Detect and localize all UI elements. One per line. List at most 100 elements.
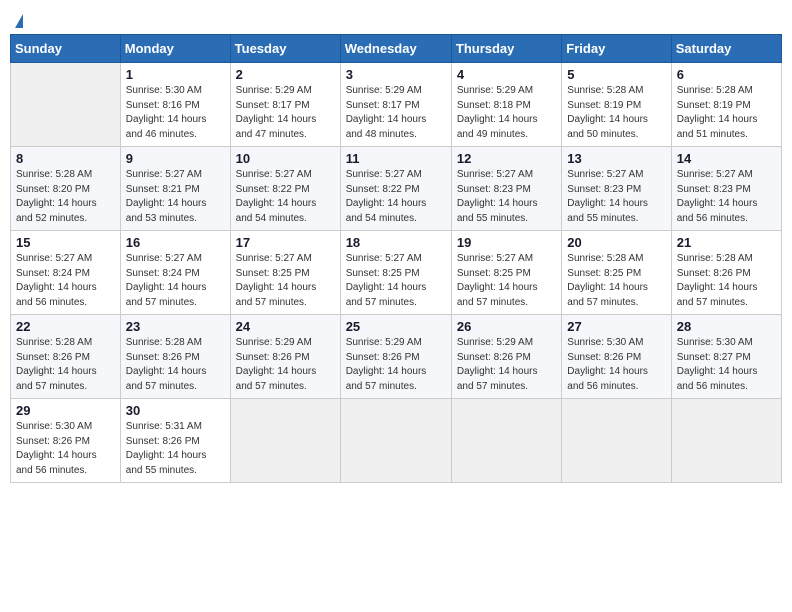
day-number: 17 [236, 235, 335, 250]
day-info: Sunrise: 5:28 AM Sunset: 8:25 PM Dayligh… [567, 252, 665, 310]
day-number: 30 [126, 403, 225, 418]
day-info: Sunrise: 5:30 AM Sunset: 8:26 PM Dayligh… [567, 336, 665, 394]
day-number: 5 [567, 67, 665, 82]
day-number: 16 [126, 235, 225, 250]
calendar-cell: 26 Sunrise: 5:29 AM Sunset: 8:26 PM Dayli… [451, 315, 561, 399]
calendar-cell: 3Sunrise: 5:29 AM Sunset: 8:17 PM Daylig… [340, 63, 451, 147]
day-info: Sunrise: 5:30 AM Sunset: 8:26 PM Dayligh… [16, 420, 115, 478]
day-number: 6 [677, 67, 776, 82]
calendar-cell: 13 Sunrise: 5:27 AM Sunset: 8:23 PM Dayli… [562, 147, 671, 231]
calendar-cell: 8 Sunrise: 5:28 AM Sunset: 8:20 PM Daylig… [11, 147, 121, 231]
calendar-cell: 29 Sunrise: 5:30 AM Sunset: 8:26 PM Dayli… [11, 399, 121, 483]
day-info: Sunrise: 5:30 AM Sunset: 8:27 PM Dayligh… [677, 336, 776, 394]
calendar-week-row: 8 Sunrise: 5:28 AM Sunset: 8:20 PM Daylig… [11, 147, 782, 231]
day-info: Sunrise: 5:27 AM Sunset: 8:25 PM Dayligh… [236, 252, 335, 310]
calendar-cell: 22 Sunrise: 5:28 AM Sunset: 8:26 PM Dayli… [11, 315, 121, 399]
day-info: Sunrise: 5:28 AM Sunset: 8:26 PM Dayligh… [126, 336, 225, 394]
calendar-cell: 4 Sunrise: 5:29 AM Sunset: 8:18 PM Daylig… [451, 63, 561, 147]
calendar-cell: 19 Sunrise: 5:27 AM Sunset: 8:25 PM Dayli… [451, 231, 561, 315]
day-info: Sunrise: 5:27 AM Sunset: 8:24 PM Dayligh… [16, 252, 115, 310]
day-number: 29 [16, 403, 115, 418]
day-info: Sunrise: 5:27 AM Sunset: 8:21 PM Dayligh… [126, 168, 225, 226]
calendar-week-row: 29 Sunrise: 5:30 AM Sunset: 8:26 PM Dayli… [11, 399, 782, 483]
calendar-cell: 6 Sunrise: 5:28 AM Sunset: 8:19 PM Daylig… [671, 63, 781, 147]
day-number: 23 [126, 319, 225, 334]
day-number: 21 [677, 235, 776, 250]
day-number: 19 [457, 235, 556, 250]
day-number: 14 [677, 151, 776, 166]
calendar-cell: 10 Sunrise: 5:27 AM Sunset: 8:22 PM Dayli… [230, 147, 340, 231]
day-info: Sunrise: 5:27 AM Sunset: 8:23 PM Dayligh… [567, 168, 665, 226]
day-info: Sunrise: 5:29 AM Sunset: 8:18 PM Dayligh… [457, 84, 556, 142]
day-info: Sunrise: 5:28 AM Sunset: 8:20 PM Dayligh… [16, 168, 115, 226]
logo-triangle-icon [15, 14, 23, 28]
calendar-cell: 9 Sunrise: 5:27 AM Sunset: 8:21 PM Daylig… [120, 147, 230, 231]
day-number: 22 [16, 319, 115, 334]
day-number: 12 [457, 151, 556, 166]
calendar-cell: 24Sunrise: 5:29 AM Sunset: 8:26 PM Dayli… [230, 315, 340, 399]
day-info: Sunrise: 5:29 AM Sunset: 8:17 PM Dayligh… [346, 84, 446, 142]
header [10, 10, 782, 28]
calendar-cell [671, 399, 781, 483]
day-info: Sunrise: 5:27 AM Sunset: 8:22 PM Dayligh… [236, 168, 335, 226]
calendar-cell [562, 399, 671, 483]
day-number: 27 [567, 319, 665, 334]
day-number: 1 [126, 67, 225, 82]
day-number: 11 [346, 151, 446, 166]
calendar-cell: 12Sunrise: 5:27 AM Sunset: 8:23 PM Dayli… [451, 147, 561, 231]
calendar-cell: 30Sunrise: 5:31 AM Sunset: 8:26 PM Dayli… [120, 399, 230, 483]
day-number: 24 [236, 319, 335, 334]
day-number: 2 [236, 67, 335, 82]
day-info: Sunrise: 5:27 AM Sunset: 8:25 PM Dayligh… [457, 252, 556, 310]
col-header-wednesday: Wednesday [340, 35, 451, 63]
calendar-cell: 23 Sunrise: 5:28 AM Sunset: 8:26 PM Dayli… [120, 315, 230, 399]
calendar-week-row: 15 Sunrise: 5:27 AM Sunset: 8:24 PM Dayli… [11, 231, 782, 315]
day-info: Sunrise: 5:29 AM Sunset: 8:26 PM Dayligh… [346, 336, 446, 394]
calendar-cell: 18 Sunrise: 5:27 AM Sunset: 8:25 PM Dayli… [340, 231, 451, 315]
day-info: Sunrise: 5:29 AM Sunset: 8:26 PM Dayligh… [457, 336, 556, 394]
day-number: 10 [236, 151, 335, 166]
day-info: Sunrise: 5:27 AM Sunset: 8:22 PM Dayligh… [346, 168, 446, 226]
col-header-monday: Monday [120, 35, 230, 63]
calendar-cell: 11 Sunrise: 5:27 AM Sunset: 8:22 PM Dayli… [340, 147, 451, 231]
day-info: Sunrise: 5:27 AM Sunset: 8:25 PM Dayligh… [346, 252, 446, 310]
col-header-sunday: Sunday [11, 35, 121, 63]
calendar-cell: 5Sunrise: 5:28 AM Sunset: 8:19 PM Daylig… [562, 63, 671, 147]
col-header-tuesday: Tuesday [230, 35, 340, 63]
day-info: Sunrise: 5:29 AM Sunset: 8:17 PM Dayligh… [236, 84, 335, 142]
calendar-week-row: 22 Sunrise: 5:28 AM Sunset: 8:26 PM Dayli… [11, 315, 782, 399]
logo [14, 14, 23, 28]
calendar-cell: 16 Sunrise: 5:27 AM Sunset: 8:24 PM Dayli… [120, 231, 230, 315]
day-number: 20 [567, 235, 665, 250]
day-info: Sunrise: 5:30 AM Sunset: 8:16 PM Dayligh… [126, 84, 225, 142]
calendar-cell: 17 Sunrise: 5:27 AM Sunset: 8:25 PM Dayli… [230, 231, 340, 315]
calendar-cell [451, 399, 561, 483]
calendar-cell: 25Sunrise: 5:29 AM Sunset: 8:26 PM Dayli… [340, 315, 451, 399]
day-number: 13 [567, 151, 665, 166]
calendar-cell: 15 Sunrise: 5:27 AM Sunset: 8:24 PM Dayli… [11, 231, 121, 315]
calendar-cell: 21 Sunrise: 5:28 AM Sunset: 8:26 PM Dayli… [671, 231, 781, 315]
calendar-cell: 28 Sunrise: 5:30 AM Sunset: 8:27 PM Dayli… [671, 315, 781, 399]
day-number: 9 [126, 151, 225, 166]
calendar-cell: 27 Sunrise: 5:30 AM Sunset: 8:26 PM Dayli… [562, 315, 671, 399]
day-number: 4 [457, 67, 556, 82]
calendar-cell: 14 Sunrise: 5:27 AM Sunset: 8:23 PM Dayli… [671, 147, 781, 231]
day-info: Sunrise: 5:28 AM Sunset: 8:19 PM Dayligh… [677, 84, 776, 142]
calendar-header-row: SundayMondayTuesdayWednesdayThursdayFrid… [11, 35, 782, 63]
day-info: Sunrise: 5:27 AM Sunset: 8:24 PM Dayligh… [126, 252, 225, 310]
day-number: 18 [346, 235, 446, 250]
day-number: 28 [677, 319, 776, 334]
day-number: 26 [457, 319, 556, 334]
col-header-saturday: Saturday [671, 35, 781, 63]
day-number: 15 [16, 235, 115, 250]
calendar-body: 1 Sunrise: 5:30 AM Sunset: 8:16 PM Daylig… [11, 63, 782, 483]
col-header-thursday: Thursday [451, 35, 561, 63]
calendar-cell [230, 399, 340, 483]
day-number: 8 [16, 151, 115, 166]
calendar-week-row: 1 Sunrise: 5:30 AM Sunset: 8:16 PM Daylig… [11, 63, 782, 147]
calendar-cell: 2 Sunrise: 5:29 AM Sunset: 8:17 PM Daylig… [230, 63, 340, 147]
day-info: Sunrise: 5:28 AM Sunset: 8:26 PM Dayligh… [677, 252, 776, 310]
day-info: Sunrise: 5:28 AM Sunset: 8:26 PM Dayligh… [16, 336, 115, 394]
day-info: Sunrise: 5:27 AM Sunset: 8:23 PM Dayligh… [677, 168, 776, 226]
col-header-friday: Friday [562, 35, 671, 63]
